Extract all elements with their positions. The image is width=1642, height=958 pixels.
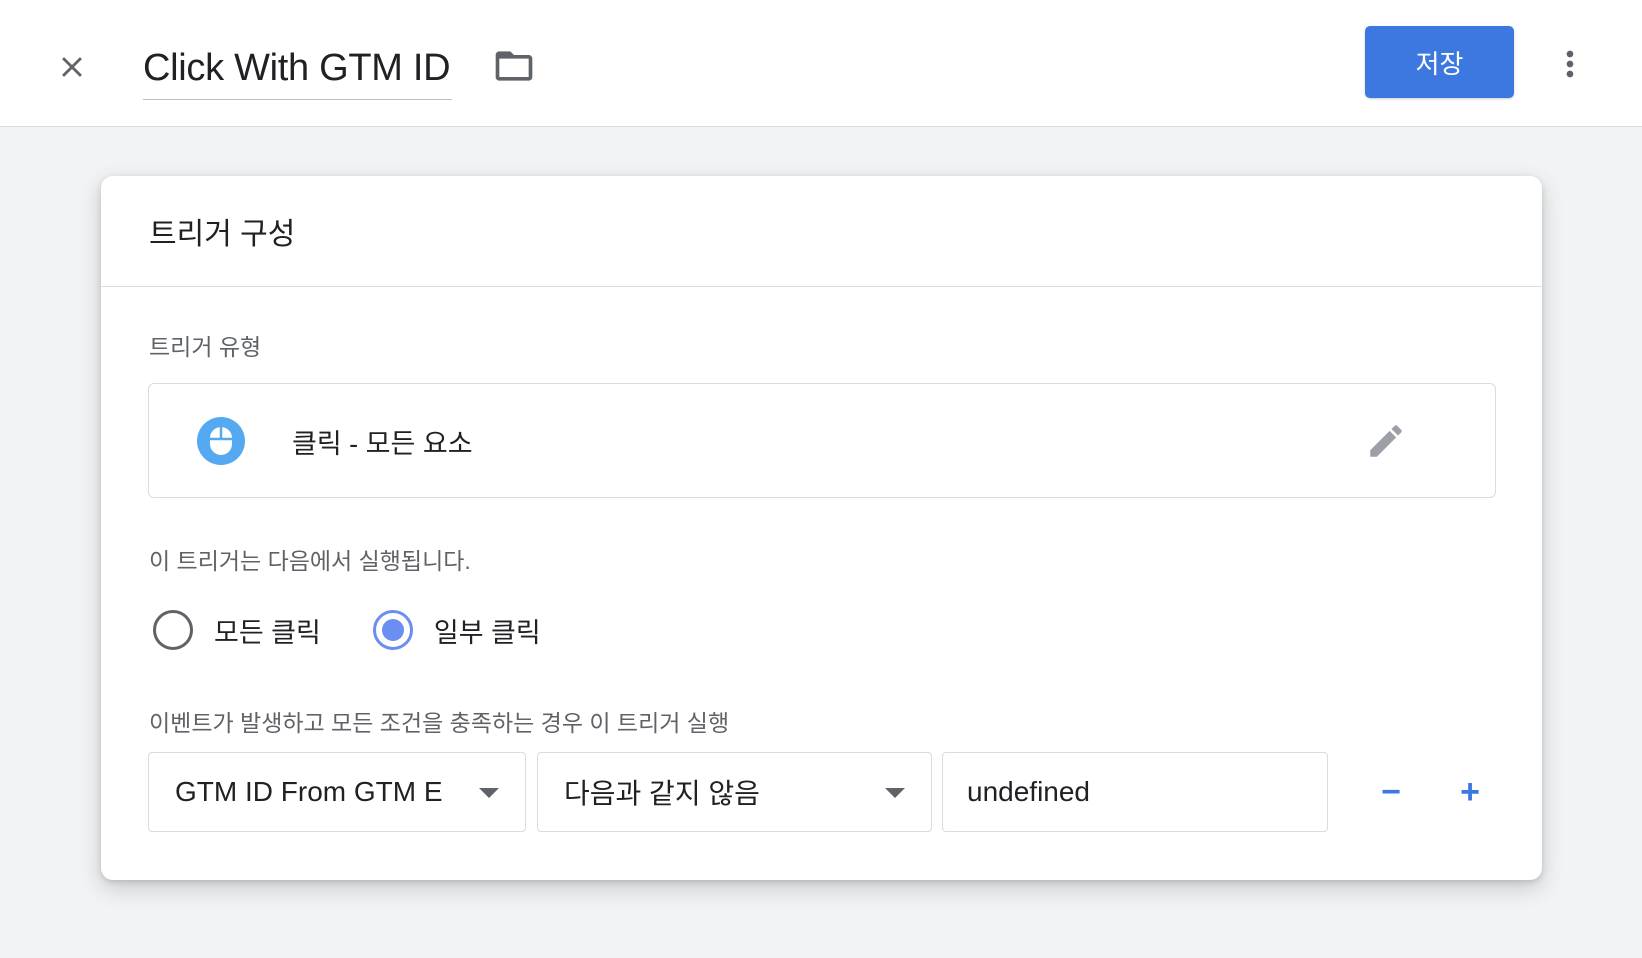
radio-some-clicks[interactable]: 일부 클릭 [372, 610, 541, 650]
close-icon [62, 57, 82, 77]
card-header: 트리거 구성 [101, 176, 1542, 287]
fires-on-radio-group: 모든 클릭 일부 클릭 [153, 606, 593, 654]
folder-icon [495, 51, 533, 81]
radio-button[interactable] [153, 610, 193, 650]
trigger-name: Click With GTM ID [143, 47, 451, 89]
condition-variable-select[interactable]: GTM ID From GTM E [148, 752, 526, 832]
trigger-type-label: 트리거 유형 [149, 334, 262, 360]
folder-button[interactable] [490, 44, 538, 88]
more-options-button[interactable] [1546, 36, 1594, 92]
radio-button-checked[interactable] [372, 610, 413, 650]
radio-label: 모든 클릭 [214, 617, 321, 648]
condition-operator-value: 다음과 같지 않음 [564, 778, 760, 809]
fires-on-label: 이 트리거는 다음에서 실행됩니다. [149, 548, 471, 574]
more-vert-icon [1566, 50, 1574, 78]
top-bar: Click With GTM ID 저장 [0, 0, 1642, 127]
add-condition-button[interactable]: + [1448, 770, 1492, 814]
trigger-name-field[interactable]: Click With GTM ID [143, 38, 453, 100]
dropdown-arrow-icon [885, 788, 905, 798]
condition-variable-value: GTM ID From GTM E [175, 776, 443, 807]
pencil-icon[interactable] [1365, 420, 1407, 462]
trigger-config-card: 트리거 구성 트리거 유형 클릭 - 모든 요소 이 트리거는 다음에서 실행됩… [101, 176, 1542, 880]
condition-value-input[interactable] [942, 752, 1328, 832]
close-button[interactable] [46, 41, 98, 93]
remove-condition-button[interactable]: − [1369, 770, 1413, 814]
radio-all-clicks[interactable]: 모든 클릭 [153, 610, 321, 650]
trigger-type-name: 클릭 - 모든 요소 [292, 429, 473, 459]
dropdown-arrow-icon [479, 788, 499, 798]
save-button[interactable]: 저장 [1365, 26, 1514, 98]
card-title: 트리거 구성 [149, 218, 296, 251]
condition-operator-select[interactable]: 다음과 같지 않음 [537, 752, 932, 832]
radio-label: 일부 클릭 [433, 617, 541, 648]
trigger-type-selector[interactable]: 클릭 - 모든 요소 [148, 383, 1496, 498]
mouse-icon [197, 417, 245, 465]
condition-label: 이벤트가 발생하고 모든 조건을 충족하는 경우 이 트리거 실행 [149, 710, 730, 736]
